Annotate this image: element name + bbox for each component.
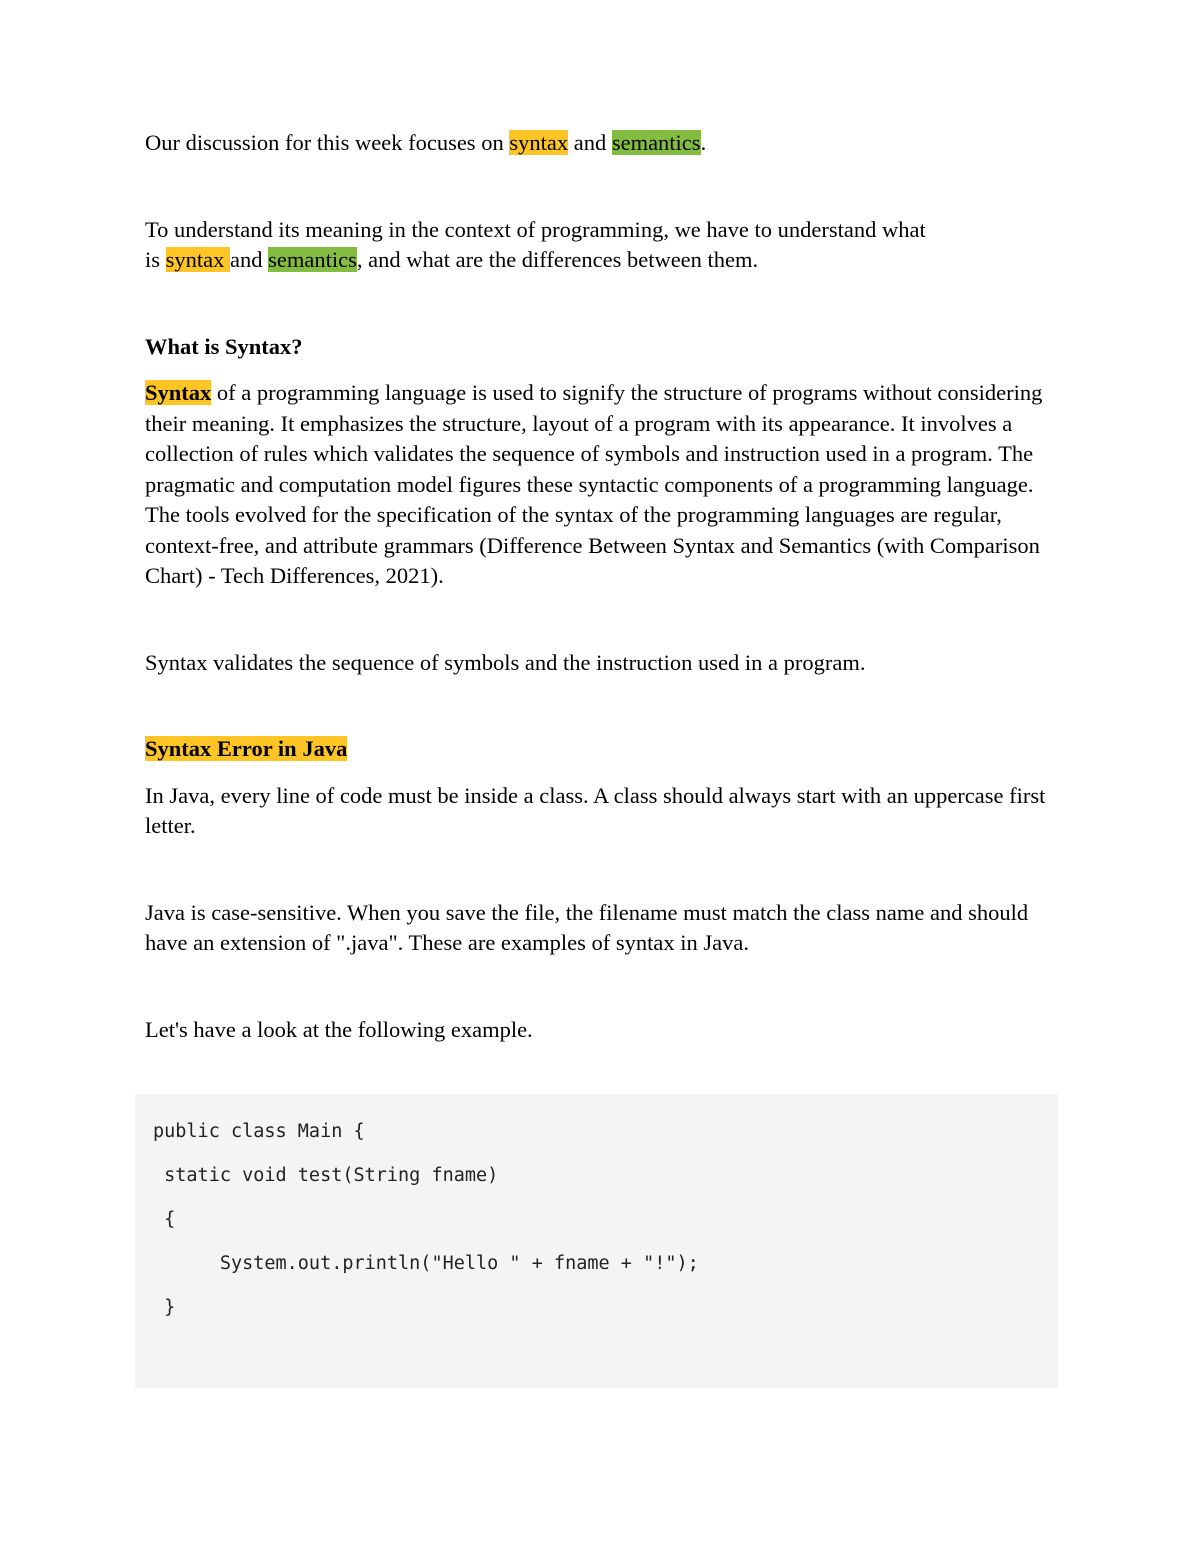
paragraph-syntax-definition: Syntax of a programming language is used…: [145, 378, 1073, 592]
intro-text-pre: Our discussion for this week focuses on: [145, 130, 510, 155]
document-body: Our discussion for this week focuses on …: [145, 128, 1073, 1132]
highlight-syntax-lead: Syntax: [145, 380, 212, 405]
highlight-syntax-context: syntax: [165, 247, 231, 272]
code-line: System.out.println("Hello " + fname + "!…: [153, 1253, 699, 1274]
heading-syntax-error-in-java: Syntax Error in Java: [145, 734, 1073, 765]
highlight-semantics-intro: semantics: [611, 130, 701, 155]
paragraph-intro: Our discussion for this week focuses on …: [145, 128, 1073, 159]
code-line: static void test(String fname): [153, 1165, 499, 1186]
document-page: Our discussion for this week focuses on …: [0, 0, 1200, 1553]
intro-text-post: .: [700, 130, 707, 155]
syntax-definition-text: of a programming language is used to sig…: [145, 380, 1043, 588]
context-line-one: To understand its meaning in the context…: [145, 216, 926, 242]
heading-what-is-syntax: What is Syntax?: [145, 333, 303, 359]
highlight-syntax-intro: syntax: [509, 130, 569, 155]
context-text-post: , and what are the differences between t…: [356, 247, 759, 272]
code-block-sample: public class Main { static void test(Str…: [135, 1094, 1058, 1388]
highlight-semantics-context: semantics: [268, 247, 357, 272]
paragraph-context: To understand its meaning in the context…: [145, 215, 1073, 276]
highlight-syntax-error-heading: Syntax Error in Java: [145, 736, 348, 761]
paragraph-java-case-rule: Java is case-sensitive. When you save th…: [145, 899, 1029, 956]
code-line: {: [153, 1209, 176, 1230]
paragraph-syntax-validates: Syntax validates the sequence of symbols…: [145, 649, 866, 675]
code-line: public class Main {: [153, 1121, 365, 1142]
context-text-pre: is: [145, 247, 166, 272]
context-text-mid: and: [230, 247, 269, 272]
paragraph-java-class-rule: In Java, every line of code must be insi…: [145, 782, 1046, 839]
intro-text-mid: and: [568, 130, 612, 155]
paragraph-lets-look: Let's have a look at the following examp…: [145, 1016, 533, 1042]
code-line: }: [153, 1297, 176, 1318]
